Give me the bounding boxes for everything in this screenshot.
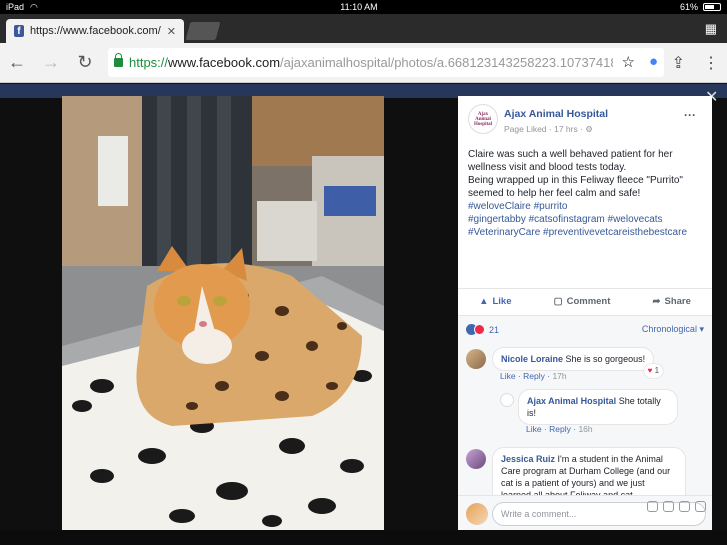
comment-composer: Write a comment... <box>458 495 712 530</box>
tab-title: https://www.facebook.com/ <box>29 25 161 37</box>
back-icon[interactable]: ← <box>0 52 34 73</box>
post-meta: Page Liked · 17 hrs · ⚙ <box>504 124 593 135</box>
tab-strip: f https://www.facebook.com/ ✕ ▦ <box>0 14 727 43</box>
post-side-panel: Ajax Animal Hospital Ajax Animal Hospita… <box>458 96 712 530</box>
more-options-icon[interactable]: ··· <box>684 108 696 122</box>
comment-label: Comment <box>566 296 611 307</box>
page-avatar[interactable]: Ajax Animal Hospital <box>468 104 498 134</box>
device-label: iPad <box>6 2 25 12</box>
comment-reaction-count: 1 <box>654 366 660 375</box>
bottom-strip <box>0 530 727 545</box>
post-line: wellness visit and blood tests today. <box>468 162 627 173</box>
new-tab-button[interactable] <box>185 22 221 40</box>
facebook-favicon-icon: f <box>14 25 24 37</box>
menu-icon[interactable]: ⋮ <box>703 53 719 73</box>
share-arrow-icon: ➦ <box>652 296 661 307</box>
post-line: Being wrapped up in this Feliway fleece … <box>468 175 683 186</box>
battery-percent: 61% <box>679 2 698 12</box>
comment-reply-link[interactable]: Reply <box>549 424 571 434</box>
comment-bubble: Nicole Loraine She is so gorgeous! ♥ 1 <box>492 347 664 378</box>
share-label: Share <box>664 296 691 307</box>
comment-reaction-badge[interactable]: ♥ 1 <box>643 364 664 378</box>
like-button[interactable]: ▲ Like <box>479 296 511 307</box>
reaction-count[interactable]: 21 <box>489 325 499 335</box>
comment-reply-link[interactable]: Reply <box>523 371 545 381</box>
browser-toolbar: ← → ↻ https://www.facebook.com/ajaxanima… <box>0 43 727 83</box>
emoji-icon[interactable] <box>647 501 658 512</box>
comment-placeholder: Write a comment... <box>501 509 577 519</box>
globe-icon: ⚙ <box>585 124 593 134</box>
comment-author[interactable]: Ajax Animal Hospital <box>527 396 616 406</box>
camera-icon[interactable] <box>663 501 674 512</box>
reaction-summary: 21 Chronological ▾ <box>458 315 712 343</box>
post-actions: ▲ Like ▢ Comment ➦ Share <box>458 288 712 314</box>
reload-icon[interactable]: ↻ <box>68 52 102 73</box>
comment-text: She is so gorgeous! <box>565 354 646 364</box>
sort-label: Chronological <box>641 324 697 334</box>
post-header: Ajax Animal Hospital Ajax Animal Hospita… <box>468 104 706 144</box>
url-path: /ajaxanimalhospital/photos/a.66812314325… <box>280 55 643 70</box>
post-body: Claire was such a well behaved patient f… <box>468 148 708 239</box>
comment-author[interactable]: Nicole Loraine <box>501 354 563 364</box>
post-meta-text: Page Liked · 17 hrs · <box>504 124 586 134</box>
lock-icon <box>114 53 123 67</box>
hashtag-line[interactable]: #weloveClaire #purrito <box>468 200 708 213</box>
avatar[interactable] <box>466 349 486 369</box>
wifi-icon: ◠ <box>30 1 38 12</box>
tab-switcher-icon[interactable]: ▦ <box>705 21 717 37</box>
post-line: seemed to help her feel calm and safe! <box>468 188 641 199</box>
tab-close-icon[interactable]: ✕ <box>167 25 176 38</box>
sticker-icon[interactable] <box>695 501 706 512</box>
url-host: www.facebook.com <box>168 55 281 70</box>
comment-time: 17h <box>552 371 567 381</box>
battery-icon <box>703 3 721 11</box>
reply-bubble: Ajax Animal Hospital She totally is! <box>518 389 678 425</box>
comment-meta: Like · Reply · 16h <box>526 424 593 434</box>
clock: 11:10 AM <box>340 2 378 12</box>
post-photo[interactable] <box>62 96 384 530</box>
avatar-text-3: Hospital <box>473 121 493 127</box>
love-reaction-icon <box>474 324 485 335</box>
comments-list: Nicole Loraine She is so gorgeous! ♥ 1 L… <box>458 343 712 495</box>
comment-icon: ▢ <box>553 296 563 307</box>
comment-button[interactable]: ▢ Comment <box>554 296 611 307</box>
like-label: Like <box>492 296 512 307</box>
address-bar[interactable]: https://www.facebook.com/ajaxanimalhospi… <box>108 48 664 77</box>
hashtag-line[interactable]: #VeterinaryCare #preventivevetcareistheb… <box>468 226 708 239</box>
avatar[interactable] <box>466 449 486 469</box>
mic-icon[interactable]: ● <box>649 53 658 71</box>
post-line: Claire was such a well behaved patient f… <box>468 149 673 160</box>
page-name-link[interactable]: Ajax Animal Hospital <box>504 108 608 120</box>
url-scheme: https:// <box>129 55 169 70</box>
like-icon: ▲ <box>479 296 489 307</box>
browser-tab[interactable]: f https://www.facebook.com/ ✕ <box>6 19 184 43</box>
chevron-down-icon: ▾ <box>699 324 704 334</box>
composer-icons <box>647 501 706 512</box>
hashtag-line[interactable]: #gingertabby #catsofinstagram #welovecat… <box>468 213 708 226</box>
status-bar: iPad ◠ 11:10 AM 61% <box>0 0 727 14</box>
heart-icon: ♥ <box>647 366 653 375</box>
gif-icon[interactable] <box>679 501 690 512</box>
comment-bubble: Jessica Ruiz I'm a student in the Animal… <box>492 447 686 495</box>
comment-time: 16h <box>578 424 593 434</box>
share-button[interactable]: ➦ Share <box>653 296 691 307</box>
forward-icon[interactable]: → <box>34 52 68 73</box>
share-icon[interactable]: ⇪ <box>672 53 685 73</box>
star-icon[interactable]: ☆ <box>621 53 634 71</box>
comment-like-link[interactable]: Like <box>526 424 542 434</box>
comment-author[interactable]: Jessica Ruiz <box>501 454 555 464</box>
comment-like-link[interactable]: Like <box>500 371 516 381</box>
avatar[interactable] <box>500 393 514 407</box>
comment-meta: Like · Reply · 17h <box>500 371 567 381</box>
comment-sort-dropdown[interactable]: Chronological ▾ <box>642 324 704 335</box>
cat-photo-image <box>62 96 384 530</box>
avatar <box>466 503 488 525</box>
